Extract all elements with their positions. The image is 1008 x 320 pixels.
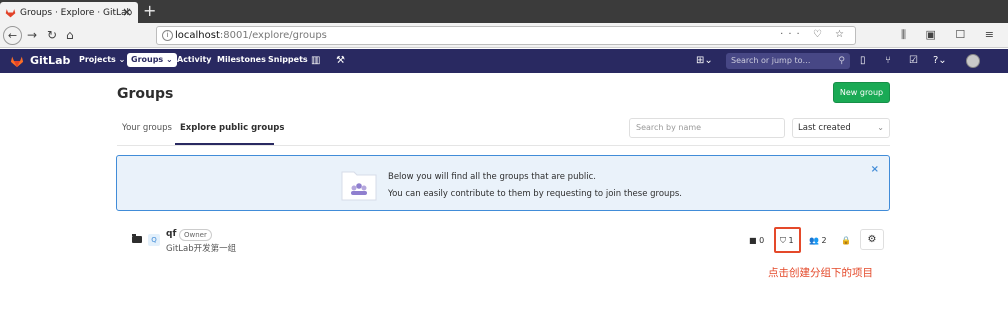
banner-line-2: You can easily contribute to them by req… bbox=[388, 189, 682, 199]
group-search-input[interactable]: Search by name bbox=[629, 118, 785, 138]
members-count: 2 bbox=[821, 236, 827, 245]
nav-projects[interactable]: Projects ⌄ bbox=[79, 55, 125, 64]
back-arrow-icon[interactable]: ← bbox=[3, 26, 22, 45]
chevron-down-icon: ⌄ bbox=[877, 123, 884, 132]
subgroups-count: 0 bbox=[759, 236, 765, 245]
url-path: :8001/explore/groups bbox=[219, 30, 327, 41]
page-title: Groups bbox=[117, 86, 174, 102]
search-icon: ⚲ bbox=[838, 56, 845, 66]
projects-highlight-box bbox=[774, 227, 801, 253]
sort-value: Last created bbox=[798, 123, 851, 133]
annotation-text: 点击创建分组下的项目 bbox=[768, 267, 873, 279]
page-actions-icon[interactable]: ··· ♡ ☆ bbox=[780, 29, 849, 40]
chart-icon[interactable]: ▥ bbox=[311, 54, 320, 68]
banner-line-1: Below you will find all the groups that … bbox=[388, 172, 596, 182]
browser-tab[interactable]: Groups · Explore · GitLab × bbox=[0, 2, 138, 23]
info-icon[interactable]: i bbox=[162, 30, 173, 41]
tabs-divider bbox=[117, 145, 890, 146]
group-avatar[interactable]: Q bbox=[148, 234, 160, 246]
gitlab-logo-icon[interactable] bbox=[10, 54, 24, 68]
search-placeholder: Search or jump to… bbox=[731, 56, 811, 65]
gitlab-favicon-icon bbox=[5, 9, 16, 18]
issues-icon[interactable]: ▯ bbox=[860, 54, 866, 68]
sort-dropdown[interactable]: Last created ⌄ bbox=[792, 118, 890, 138]
new-tab-icon[interactable]: + bbox=[143, 2, 156, 20]
nav-activity[interactable]: Activity bbox=[177, 55, 212, 64]
gitlab-brand[interactable]: GitLab bbox=[30, 54, 70, 67]
browser-toolbar-icons[interactable]: ⫼ ▣ ☐ ≡ bbox=[901, 28, 1002, 42]
todo-icon[interactable]: ☑ bbox=[909, 54, 918, 68]
home-icon[interactable]: ⌂ bbox=[66, 28, 74, 42]
lock-icon: 🔒 bbox=[841, 236, 851, 245]
browser-titlebar: Groups · Explore · GitLab × + bbox=[0, 0, 1008, 23]
url-host: localhost bbox=[175, 30, 220, 41]
group-description: GitLab开发第一组 bbox=[166, 244, 237, 254]
nav-snippets[interactable]: Snippets bbox=[268, 55, 308, 64]
user-avatar[interactable] bbox=[966, 54, 980, 68]
members-stat[interactable]: 👥 2 bbox=[809, 236, 827, 246]
browser-navbar: ← → ↻ ⌂ i localhost:8001/explore/groups … bbox=[0, 23, 1008, 48]
address-bar[interactable]: i localhost:8001/explore/groups ··· ♡ ☆ bbox=[156, 26, 856, 45]
gear-icon[interactable]: ⚙ bbox=[860, 229, 884, 250]
nav-milestones[interactable]: Milestones bbox=[217, 55, 266, 64]
info-banner: Below you will find all the groups that … bbox=[116, 155, 890, 211]
global-search-input[interactable]: Search or jump to… ⚲ bbox=[726, 53, 850, 69]
group-name-link[interactable]: qf bbox=[166, 229, 176, 239]
help-icon[interactable]: ?⌄ bbox=[933, 54, 947, 68]
forward-arrow-icon[interactable]: → bbox=[27, 28, 37, 42]
gitlab-header: GitLab Projects ⌄ Groups ⌄ Activity Mile… bbox=[0, 49, 1008, 73]
users-icon: 👥 bbox=[809, 236, 819, 245]
tab-your-groups[interactable]: Your groups bbox=[122, 123, 172, 133]
new-group-button[interactable]: New group bbox=[833, 82, 890, 103]
groups-illustration-icon bbox=[341, 171, 377, 201]
role-badge: Owner bbox=[179, 229, 212, 241]
wrench-icon[interactable]: ⚒ bbox=[336, 54, 345, 68]
close-icon[interactable]: × bbox=[122, 5, 132, 19]
close-icon[interactable]: × bbox=[871, 164, 879, 175]
tab-title: Groups · Explore · GitLab bbox=[20, 7, 133, 18]
tab-explore-public-groups[interactable]: Explore public groups bbox=[180, 123, 284, 133]
plus-square-icon[interactable]: ⊞⌄ bbox=[696, 54, 713, 68]
folder-icon: ■ bbox=[749, 236, 757, 245]
merge-request-icon[interactable]: ⑂ bbox=[885, 54, 891, 68]
subgroups-stat[interactable]: ■ 0 bbox=[749, 236, 764, 246]
folder-icon bbox=[132, 234, 142, 243]
nav-groups[interactable]: Groups ⌄ bbox=[127, 53, 177, 67]
reload-icon[interactable]: ↻ bbox=[47, 28, 57, 42]
